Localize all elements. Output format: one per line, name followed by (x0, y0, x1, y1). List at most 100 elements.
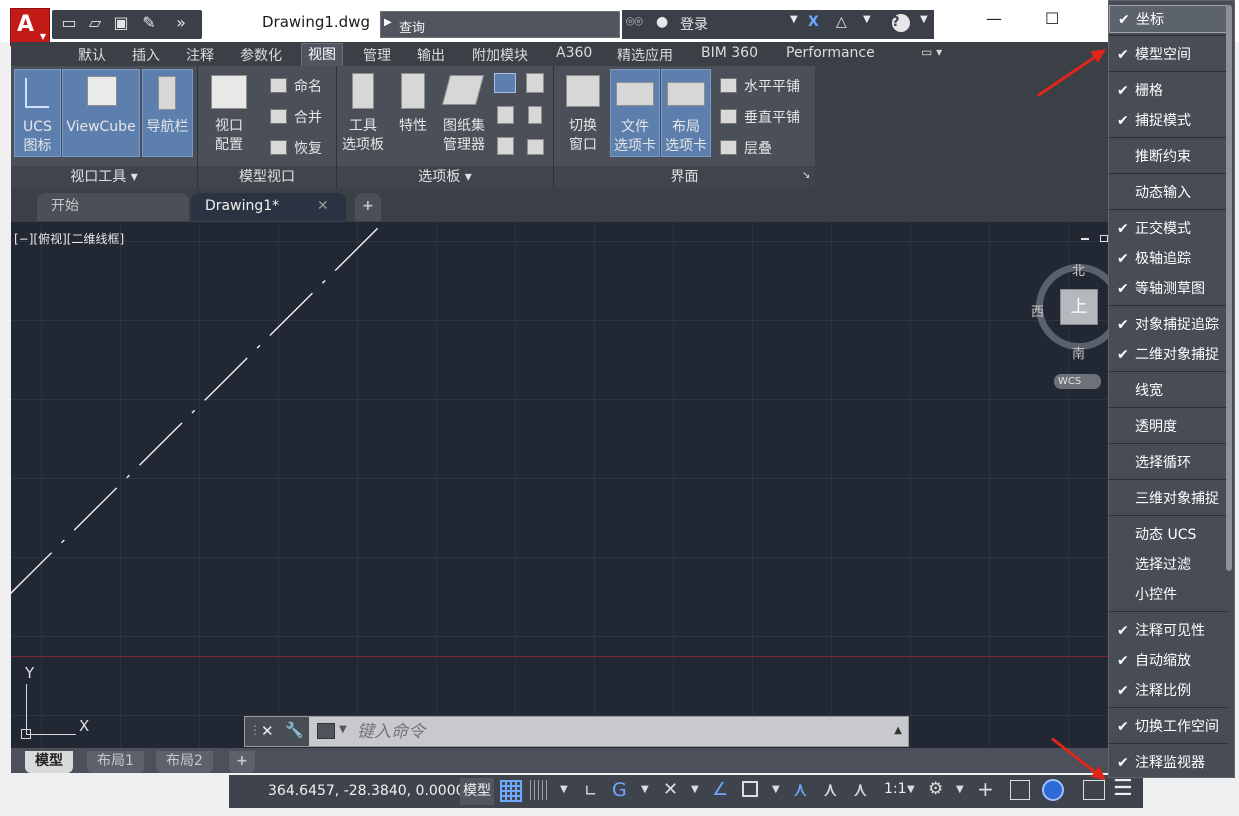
palette-small-icon[interactable] (497, 137, 514, 155)
ucs-icon-button[interactable]: UCS 图标 (14, 69, 61, 157)
ribbon-minimize-icon[interactable]: ▭ ▾ (921, 45, 942, 59)
isodraft-icon[interactable]: ✕ (663, 779, 678, 800)
wcs-menu[interactable]: WCS (1054, 374, 1101, 389)
navbar-button[interactable]: 导航栏 (142, 69, 193, 157)
restore-viewports-button[interactable]: 恢复 (270, 138, 322, 158)
menu-item-annotation-monitor[interactable]: ✔ 注释监视器 (1109, 749, 1227, 777)
caret-down-icon[interactable]: ▼ (772, 784, 780, 795)
minimize-icon[interactable]: — (986, 9, 1002, 28)
annotation-scale-icon[interactable]: ⋏ (853, 777, 868, 801)
maximize-icon[interactable]: ☐ (1045, 9, 1059, 28)
exchange-icon[interactable]: X (808, 14, 819, 30)
panel-title-palettes[interactable]: 选项板 ▾ (337, 166, 553, 188)
menu-item-auto-scale[interactable]: ✔ 自动缩放 (1109, 647, 1227, 675)
tab-performance[interactable]: Performance (786, 45, 875, 61)
file-tabs-button[interactable]: 文件 选项卡 (610, 69, 660, 157)
caret-down-icon[interactable]: ▼ (790, 14, 798, 25)
layout-tabs-button[interactable]: 布局 选项卡 (661, 69, 711, 157)
gear-icon[interactable]: ⚙ (928, 779, 943, 799)
dashed-line[interactable] (11, 223, 383, 595)
palette-small-icon[interactable] (497, 106, 514, 124)
open-folder-icon[interactable]: ▱ (84, 13, 106, 32)
grid-icon[interactable] (500, 780, 522, 802)
binoculars-icon[interactable]: ⌾⌾ (626, 14, 643, 30)
viewport-config-button[interactable]: 视口 配置 (203, 69, 257, 157)
login-label[interactable]: 登录 (680, 14, 708, 34)
menu-item-ortho-mode[interactable]: ✔ 正交模式 (1109, 215, 1227, 243)
tab-a360[interactable]: A360 (556, 45, 592, 61)
tab-bim360[interactable]: BIM 360 (701, 45, 758, 61)
new-tab-button[interactable]: + (355, 193, 381, 221)
object-snap-icon[interactable] (742, 781, 758, 797)
caret-down-icon[interactable]: ▼ (907, 784, 915, 795)
coordinates-readout[interactable]: 364.6457, -28.3840, 0.0000 (268, 783, 465, 799)
infer-constraints-icon[interactable]: ∟ (584, 781, 597, 800)
menu-item-selection-filter[interactable]: 选择过滤 (1109, 551, 1227, 579)
viewport-controls-label[interactable]: [−][俯视][二维线框] (14, 230, 124, 247)
a360-icon[interactable]: △ (836, 14, 847, 30)
plus-icon[interactable]: + (977, 777, 994, 801)
tab-annotate[interactable]: 注释 (186, 45, 214, 65)
switch-window-button[interactable]: 切换 窗口 (560, 69, 608, 157)
caret-up-icon[interactable]: ▲ (894, 725, 902, 736)
menu-item-polar-tracking[interactable]: ✔ 极轴追踪 (1109, 245, 1227, 273)
snap-icon[interactable] (530, 780, 550, 800)
tab-model[interactable]: 模型 (25, 751, 73, 773)
grip-icon[interactable]: ⋮ (249, 723, 261, 737)
save-as-icon[interactable]: ✎ (138, 13, 160, 32)
named-viewports-button[interactable]: 命名 (270, 76, 322, 96)
dialog-launcher-icon[interactable]: ↘ (802, 170, 810, 181)
tab-default[interactable]: 默认 (78, 45, 106, 65)
close-icon[interactable]: ✕ (317, 193, 329, 220)
tab-addins[interactable]: 附加模块 (472, 45, 528, 65)
hardware-acceleration-icon[interactable] (1010, 780, 1030, 800)
command-input[interactable] (357, 722, 857, 742)
caret-down-icon[interactable]: ▼ (863, 14, 871, 25)
user-icon[interactable]: ● (656, 14, 668, 30)
tab-layout1[interactable]: 布局1 (87, 751, 144, 773)
menu-item-workspace-switching[interactable]: ✔ 切换工作空间 (1109, 713, 1227, 741)
customization-menu-icon[interactable]: ☰ (1113, 776, 1133, 801)
menu-item-coordinates[interactable]: ✔ 坐标 (1109, 5, 1227, 33)
object-snap-tracking-icon[interactable]: ∠ (712, 779, 728, 800)
tab-parametric[interactable]: 参数化 (240, 45, 282, 65)
tool-palettes-button[interactable]: 工具 选项板 (340, 69, 388, 157)
close-icon[interactable]: ✕ (261, 722, 274, 740)
menu-item-gizmo[interactable]: 小控件 (1109, 581, 1227, 609)
cascade-button[interactable]: 层叠 (720, 138, 772, 158)
menu-item-annotation-visibility[interactable]: ✔ 注释可见性 (1109, 617, 1227, 645)
menu-item-isodraft[interactable]: ✔ 等轴测草图 (1109, 275, 1227, 303)
add-layout-button[interactable]: + (229, 751, 255, 773)
compass-south[interactable]: 南 (1072, 343, 1085, 362)
compass-north[interactable]: 北 (1072, 260, 1085, 279)
application-menu-button[interactable]: A ▼ (10, 8, 50, 46)
caret-down-icon[interactable]: ▼ (641, 784, 649, 795)
minimize-viewport-icon[interactable] (1081, 238, 1089, 240)
menu-item-selection-cycling[interactable]: 选择循环 (1109, 449, 1227, 477)
palette-small-icon[interactable] (527, 139, 544, 155)
join-viewports-button[interactable]: 合并 (270, 107, 322, 127)
tab-insert[interactable]: 插入 (132, 45, 160, 65)
menu-item-object-snap-tracking[interactable]: ✔ 对象捕捉追踪 (1109, 311, 1227, 339)
isolate-objects-icon[interactable] (1042, 779, 1064, 801)
wrench-icon[interactable]: 🔧 (285, 721, 304, 739)
palette-small-icon[interactable] (494, 73, 516, 93)
model-space-button[interactable]: 模型 (460, 778, 494, 805)
menu-item-2d-object-snap[interactable]: ✔ 二维对象捕捉 (1109, 341, 1227, 369)
menu-scrollbar[interactable] (1226, 5, 1232, 571)
caret-down-icon[interactable]: ▼ (560, 784, 568, 795)
viewcube-button[interactable]: ViewCube (62, 69, 140, 157)
panel-title-viewport-tools[interactable]: 视口工具 ▾ (11, 166, 197, 188)
menu-item-annotation-scale[interactable]: ✔ 注释比例 (1109, 677, 1227, 705)
properties-button[interactable]: 特性 (392, 69, 434, 157)
caret-down-icon[interactable]: ▼ (339, 724, 347, 735)
menu-item-dynamic-ucs[interactable]: 动态 UCS (1109, 521, 1227, 549)
new-file-icon[interactable]: ▭ (58, 13, 80, 32)
sheetset-manager-button[interactable]: 图纸集 管理器 (438, 69, 490, 157)
tab-layout2[interactable]: 布局2 (156, 751, 213, 773)
menu-item-transparency[interactable]: 透明度 (1109, 413, 1227, 441)
tab-output[interactable]: 输出 (417, 45, 445, 65)
caret-down-icon[interactable]: ▼ (956, 784, 964, 795)
scale-readout[interactable]: 1:1 (884, 781, 907, 797)
menu-item-infer-constraints[interactable]: 推断约束 (1109, 143, 1227, 171)
